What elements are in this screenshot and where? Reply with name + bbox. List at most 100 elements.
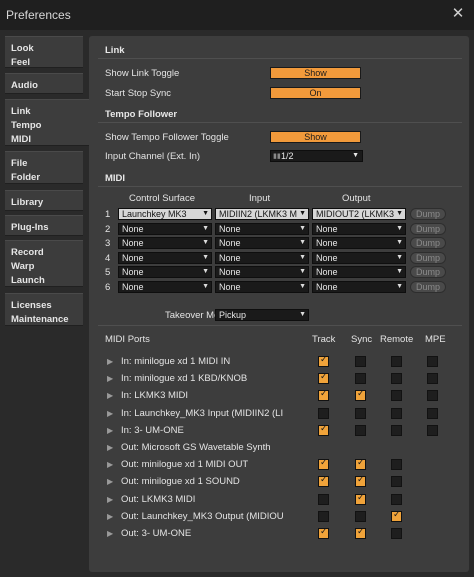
dump-button[interactable]: Dump — [410, 208, 446, 220]
midi-output-dropdown[interactable]: None ▼ — [312, 281, 406, 293]
divider — [98, 325, 462, 326]
start-stop-sync-button[interactable]: On — [270, 87, 361, 99]
midi-input-dropdown[interactable]: None ▼ — [215, 223, 309, 235]
midi-input-value: None — [219, 238, 241, 248]
track-checkbox[interactable] — [318, 389, 329, 401]
sync-checkbox[interactable] — [355, 458, 366, 470]
start-stop-sync-label: Start Stop Sync — [105, 88, 172, 99]
column-header-output: Output — [342, 193, 371, 204]
midi-input-dropdown[interactable]: None ▼ — [215, 266, 309, 278]
close-icon[interactable]: ✕ — [448, 4, 468, 24]
mpe-checkbox[interactable] — [427, 408, 438, 419]
track-checkbox[interactable] — [318, 408, 329, 419]
sidebar-item-audio[interactable]: Audio — [5, 73, 83, 94]
mpe-checkbox[interactable] — [427, 356, 438, 367]
input-channel-dropdown[interactable]: ▮▮ 1/2 ▼ — [270, 150, 363, 162]
remote-checkbox[interactable] — [391, 373, 402, 384]
sidebar-item-library[interactable]: Library — [5, 190, 83, 211]
midi-port-label: Out: 3- UM-ONE — [121, 528, 192, 539]
expand-arrow-icon[interactable]: ▶ — [107, 495, 115, 504]
sidebar-item-file-folder[interactable]: File Folder — [5, 151, 83, 184]
chevron-down-icon: ▼ — [394, 267, 403, 277]
sidebar-item-plug-ins[interactable]: Plug-Ins — [5, 215, 83, 236]
remote-checkbox[interactable] — [391, 408, 402, 419]
dump-button[interactable]: Dump — [410, 252, 446, 264]
grip-icon: ▮▮ — [273, 153, 281, 160]
mpe-checkbox[interactable] — [427, 425, 438, 436]
track-checkbox[interactable] — [318, 475, 329, 487]
takeover-mode-dropdown[interactable]: Pickup ▼ — [215, 309, 309, 321]
expand-arrow-icon[interactable]: ▶ — [107, 512, 115, 521]
control-surface-dropdown[interactable]: None ▼ — [118, 266, 212, 278]
sync-checkbox[interactable] — [355, 527, 366, 539]
sync-checkbox[interactable] — [355, 493, 366, 505]
column-header-sync: Sync — [351, 334, 373, 345]
sidebar-item-record-warp-launch[interactable]: Record Warp Launch — [5, 240, 83, 287]
expand-arrow-icon[interactable]: ▶ — [107, 374, 115, 383]
sync-checkbox[interactable] — [355, 425, 366, 436]
track-checkbox[interactable] — [318, 458, 329, 470]
control-surface-dropdown[interactable]: None ▼ — [118, 252, 212, 264]
sync-checkbox[interactable] — [355, 389, 366, 401]
expand-arrow-icon[interactable]: ▶ — [107, 409, 115, 418]
midi-output-value: None — [316, 282, 338, 292]
expand-arrow-icon[interactable]: ▶ — [107, 529, 115, 538]
midi-input-dropdown[interactable]: None ▼ — [215, 281, 309, 293]
track-checkbox[interactable] — [318, 494, 329, 505]
remote-checkbox[interactable] — [391, 390, 402, 401]
track-checkbox[interactable] — [318, 527, 329, 539]
expand-arrow-icon[interactable]: ▶ — [107, 391, 115, 400]
sync-checkbox[interactable] — [355, 511, 366, 522]
expand-arrow-icon[interactable]: ▶ — [107, 460, 115, 469]
sidebar-item-look-feel[interactable]: Look Feel — [5, 36, 83, 68]
dump-button[interactable]: Dump — [410, 281, 446, 293]
dump-button[interactable]: Dump — [410, 223, 446, 235]
track-checkbox[interactable] — [318, 355, 329, 367]
show-tempo-follower-toggle-button[interactable]: Show — [270, 131, 361, 143]
track-checkbox[interactable] — [318, 372, 329, 384]
midi-output-dropdown[interactable]: MIDIOUT2 (LKMK3 ▼ — [312, 208, 406, 220]
control-surface-dropdown[interactable]: Launchkey MK3 ▼ — [118, 208, 212, 220]
midi-output-dropdown[interactable]: None ▼ — [312, 237, 406, 249]
control-surface-dropdown[interactable]: None ▼ — [118, 281, 212, 293]
mpe-checkbox[interactable] — [427, 373, 438, 384]
remote-checkbox[interactable] — [391, 425, 402, 436]
track-checkbox[interactable] — [318, 424, 329, 436]
midi-output-dropdown[interactable]: None ▼ — [312, 223, 406, 235]
chevron-down-icon: ▼ — [394, 253, 403, 263]
expand-arrow-icon[interactable]: ▶ — [107, 443, 115, 452]
sync-checkbox[interactable] — [355, 356, 366, 367]
dump-button[interactable]: Dump — [410, 266, 446, 278]
midi-input-dropdown[interactable]: None ▼ — [215, 237, 309, 249]
dump-button[interactable]: Dump — [410, 237, 446, 249]
chevron-down-icon: ▼ — [297, 224, 306, 234]
expand-arrow-icon[interactable]: ▶ — [107, 357, 115, 366]
expand-arrow-icon[interactable]: ▶ — [107, 426, 115, 435]
sidebar-item-label: Library — [11, 197, 44, 208]
midi-output-dropdown[interactable]: None ▼ — [312, 266, 406, 278]
sync-checkbox[interactable] — [355, 475, 366, 487]
remote-checkbox[interactable] — [391, 494, 402, 505]
midi-output-dropdown[interactable]: None ▼ — [312, 252, 406, 264]
control-surface-dropdown[interactable]: None ▼ — [118, 223, 212, 235]
sidebar-item-licenses-maintenance[interactable]: Licenses Maintenance — [5, 293, 83, 326]
sync-checkbox[interactable] — [355, 408, 366, 419]
track-checkbox[interactable] — [318, 511, 329, 522]
remote-checkbox[interactable] — [391, 510, 402, 522]
midi-input-dropdown[interactable]: None ▼ — [215, 252, 309, 264]
control-surface-dropdown[interactable]: None ▼ — [118, 237, 212, 249]
sync-checkbox[interactable] — [355, 373, 366, 384]
expand-arrow-icon[interactable]: ▶ — [107, 477, 115, 486]
midi-port-label: Out: LKMK3 MIDI — [121, 494, 196, 505]
midi-input-dropdown[interactable]: MIDIIN2 (LKMK3 M ▼ — [215, 208, 309, 220]
remote-checkbox[interactable] — [391, 528, 402, 539]
midi-output-value: None — [316, 224, 338, 234]
chevron-down-icon: ▼ — [394, 238, 403, 248]
show-link-toggle-button[interactable]: Show — [270, 67, 361, 79]
remote-checkbox[interactable] — [391, 356, 402, 367]
mpe-checkbox[interactable] — [427, 390, 438, 401]
sidebar-item-link-tempo-midi[interactable]: Link Tempo MIDI — [5, 99, 95, 146]
remote-checkbox[interactable] — [391, 459, 402, 470]
remote-checkbox[interactable] — [391, 476, 402, 487]
sidebar-item-label: Look Feel — [11, 43, 34, 68]
